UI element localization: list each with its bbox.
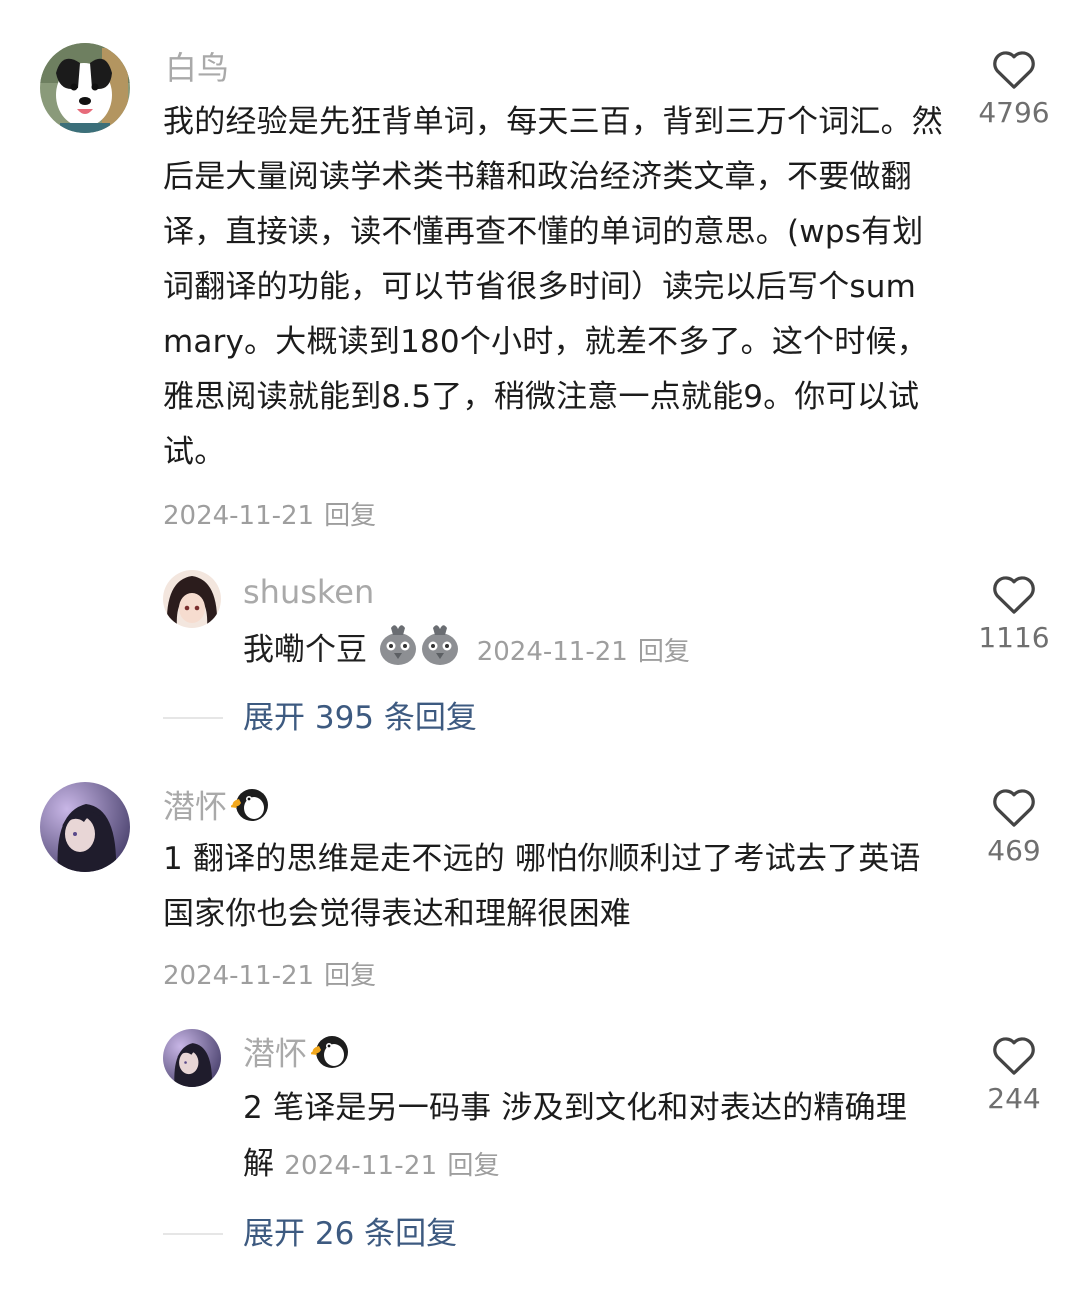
reply-text: 我嘞个豆: [243, 632, 367, 668]
reply-text-block: 2 笔译是另一码事 涉及到文化和对表达的精确理解 2024-11-21 回复: [243, 1080, 933, 1194]
anime-boy-avatar-icon: [40, 782, 130, 872]
dog-avatar-icon: [40, 43, 130, 133]
like-button[interactable]: 1116: [959, 573, 1069, 654]
comment-date: 2024-11-21: [163, 961, 315, 991]
comment-username[interactable]: 潜怀: [163, 785, 273, 832]
heart-icon: [993, 51, 1035, 89]
comment-date: 2024-11-21: [163, 501, 315, 531]
like-count: 1116: [978, 621, 1050, 654]
divider: [163, 717, 223, 719]
like-count: 244: [987, 1082, 1041, 1115]
reply-username[interactable]: shusken: [243, 572, 374, 612]
expand-replies-button[interactable]: 展开 395 条回复: [243, 698, 477, 738]
reply-date: 2024-11-21: [284, 1151, 438, 1181]
avatar[interactable]: [163, 570, 221, 628]
avatar[interactable]: [163, 1029, 221, 1087]
like-count: 469: [987, 834, 1041, 867]
username-text: 潜怀: [163, 787, 228, 826]
username-text: 潜怀: [243, 1034, 308, 1073]
reply-button[interactable]: 回复: [638, 637, 690, 667]
like-button[interactable]: 469: [959, 786, 1069, 867]
penguin-icon: [309, 1032, 353, 1079]
reply-date: 2024-11-21: [476, 637, 628, 667]
heart-icon: [993, 1037, 1035, 1075]
avatar[interactable]: [40, 43, 130, 133]
anime-boy-avatar-icon: [163, 1029, 221, 1087]
heart-icon: [993, 576, 1035, 614]
reply-button[interactable]: 回复: [324, 961, 376, 991]
comment-meta: 2024-11-21 回复: [163, 495, 376, 532]
reply-username[interactable]: 潜怀: [243, 1032, 353, 1079]
comment-meta: 2024-11-21 回复: [163, 955, 376, 992]
rooster-emoji-icon: [377, 622, 419, 681]
like-button[interactable]: 4796: [959, 48, 1069, 129]
divider: [163, 1233, 223, 1235]
avatar[interactable]: [40, 782, 130, 872]
reply-text-row: 我嘞个豆 2024-11-21 回复: [243, 622, 690, 681]
rooster-emoji-icon: [419, 622, 461, 681]
penguin-icon: [229, 785, 273, 832]
expand-replies-button[interactable]: 展开 26 条回复: [243, 1214, 457, 1254]
like-button[interactable]: 244: [959, 1034, 1069, 1115]
reply-button[interactable]: 回复: [447, 1151, 499, 1181]
comment-text: 我的经验是先狂背单词，每天三百，背到三万个词汇。然后是大量阅读学术类书籍和政治经…: [163, 104, 943, 470]
reply-button[interactable]: 回复: [324, 501, 376, 531]
anime-girl-avatar-icon: [163, 570, 221, 628]
like-count: 4796: [978, 96, 1050, 129]
comment-username[interactable]: 白鸟: [165, 48, 229, 88]
comment-text: 1 翻译的思维是走不远的 哪怕你顺利过了考试去了英语国家你也会觉得表达和理解很困…: [163, 841, 921, 932]
heart-icon: [993, 789, 1035, 827]
